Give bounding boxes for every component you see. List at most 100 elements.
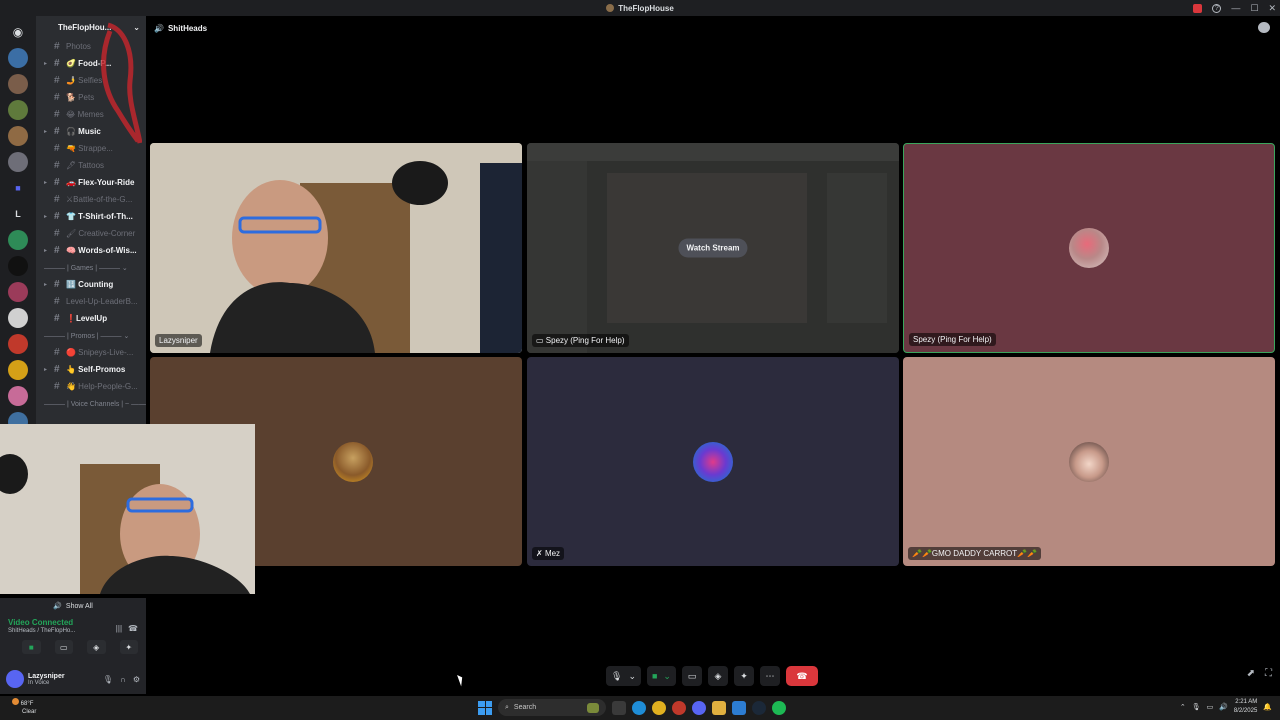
channel-category[interactable]: ——— | Promos | ——— ⌄ — [36, 327, 146, 344]
channel-item[interactable]: # 🐕 Pets — [36, 89, 146, 106]
discord-home-icon[interactable]: ◉ — [8, 22, 28, 42]
edge-icon[interactable] — [632, 700, 646, 715]
clock[interactable]: 2:21 AM 8/2/2025 — [1234, 698, 1257, 716]
server-icon[interactable] — [8, 334, 28, 354]
channel-item[interactable]: # 🖌 Creative-Corner — [36, 225, 146, 242]
server-icon[interactable] — [8, 152, 28, 172]
channel-item[interactable]: ▸ # 🔢 Counting — [36, 276, 146, 293]
channel-item[interactable]: ▸ # 👆 Self-Promos — [36, 361, 146, 378]
channel-list: # Photos ▸ # 🥑 Food-P... # 🤳 Selfies # 🐕 Pets # 😂 … — [36, 38, 146, 412]
start-button[interactable] — [478, 700, 492, 715]
server-icon[interactable] — [8, 74, 28, 94]
watch-stream-button[interactable]: Watch Stream — [678, 238, 748, 258]
task-view-icon[interactable] — [612, 700, 626, 715]
hash-icon: # — [54, 228, 60, 239]
disconnect-icon[interactable]: ☎ — [128, 624, 138, 633]
camera-control[interactable]: ■ ⌄ — [646, 666, 676, 686]
file-explorer-icon[interactable] — [712, 700, 726, 715]
server-icon[interactable] — [8, 256, 28, 276]
noise-suppression-icon[interactable]: ||| — [116, 624, 122, 633]
discord-icon[interactable] — [692, 700, 706, 715]
channel-item[interactable]: # Photos — [36, 38, 146, 55]
channel-item[interactable]: # 🤳 Selfies — [36, 72, 146, 89]
volume-icon[interactable]: 🔊 — [1219, 703, 1228, 711]
channel-item[interactable]: ▸ # 🧠 Words-of-Wis... — [36, 242, 146, 259]
gear-icon[interactable]: ⚙ — [133, 675, 140, 684]
chevron-down-icon[interactable]: ⌄ — [663, 671, 671, 682]
server-icon[interactable] — [8, 230, 28, 250]
notification-icon[interactable]: 🔔 — [1263, 703, 1272, 711]
soundboard-button[interactable]: ✦ — [119, 640, 138, 654]
server-icon[interactable] — [8, 100, 28, 120]
channel-category[interactable]: ——— | Voice Channels | ~ ——— ⌄ — [36, 395, 146, 412]
channel-label: 🔫 Strappe... — [66, 144, 113, 153]
video-tile-lazysniper[interactable]: Lazysniper — [150, 143, 522, 353]
camera-button[interactable]: ■ — [22, 640, 41, 654]
screen-share-button[interactable]: ▭ — [681, 666, 702, 686]
video-tile-spezy[interactable]: Spezy (Ping For Help) — [903, 143, 1275, 353]
inbox-icon[interactable] — [1193, 3, 1203, 13]
channel-item[interactable]: # Level-Up-LeaderB... — [36, 293, 146, 310]
hash-icon: # — [54, 347, 60, 358]
video-tile-stream[interactable]: Watch Stream ▭ Spezy (Ping For Help) — [527, 143, 899, 353]
weather-widget[interactable]: 68°F Clear — [12, 698, 36, 716]
show-all-button[interactable]: 🔊 Show All — [0, 598, 146, 614]
soundboard-button[interactable]: ✦ — [733, 666, 754, 686]
steam-icon[interactable] — [752, 700, 766, 715]
microphone-icon[interactable]: 🎙 — [1192, 703, 1201, 711]
server-name-header[interactable]: TheFlopHou... ⌄ — [36, 16, 146, 38]
microphone-icon[interactable]: 🎙 — [103, 675, 113, 684]
server-folder-icon[interactable]: ■ — [8, 178, 28, 198]
avatar — [693, 441, 733, 482]
channel-item[interactable]: ▸ # 🚗 Flex-Your-Ride — [36, 174, 146, 191]
popout-icon[interactable]: ⬈ — [1247, 668, 1255, 679]
channel-category[interactable]: ——— | Games | ——— ⌄ — [36, 259, 146, 276]
channel-item[interactable]: # 👋 Help-People-G... — [36, 378, 146, 395]
server-icon[interactable] — [8, 126, 28, 146]
spotify-icon[interactable] — [772, 700, 786, 715]
avatar[interactable] — [6, 670, 24, 688]
chrome-icon[interactable] — [652, 700, 666, 715]
channel-item[interactable]: # 🔫 Strappe... — [36, 140, 146, 157]
channel-item[interactable]: # 🔴 Snipeys-Live-... — [36, 344, 146, 361]
user-info[interactable]: Lazysniper In Voice — [28, 673, 65, 686]
channel-item[interactable]: # 😂 Memes — [36, 106, 146, 123]
fullscreen-icon[interactable]: ⛶ — [1265, 668, 1272, 679]
store-icon[interactable] — [732, 700, 746, 715]
server-icon[interactable] — [8, 282, 28, 302]
minimize-button[interactable]: — — [1231, 3, 1240, 13]
activities-button[interactable]: ◈ — [707, 666, 728, 686]
disconnect-button[interactable]: ☎ — [785, 666, 818, 686]
channel-label: 🐕 Pets — [66, 93, 95, 102]
chevron-right-icon: ▸ — [44, 367, 48, 373]
chevron-up-icon[interactable]: ⌃ — [1180, 703, 1186, 711]
channel-item[interactable]: # 🖋 Tattoos — [36, 157, 146, 174]
server-icon[interactable] — [8, 48, 28, 68]
channel-item[interactable]: ▸ # 👕 T-Shirt-of-Th... — [36, 208, 146, 225]
headphones-icon[interactable]: ∩ — [120, 675, 126, 684]
chevron-down-icon[interactable]: ⌄ — [628, 671, 636, 682]
more-options-button[interactable]: ⋯ — [759, 666, 780, 686]
channel-item[interactable]: # ❗LevelUp — [36, 310, 146, 327]
chat-icon[interactable] — [1258, 22, 1270, 33]
app-icon[interactable] — [672, 700, 686, 715]
server-icon[interactable] — [8, 386, 28, 406]
server-letter-icon[interactable]: L — [8, 204, 28, 224]
screen-share-button[interactable]: ▭ — [54, 640, 73, 654]
channel-item[interactable]: ▸ # 🥑 Food-P... — [36, 55, 146, 72]
channel-item[interactable]: # ⚔Battle-of-the-G... — [36, 191, 146, 208]
close-button[interactable]: ✕ — [1268, 3, 1276, 14]
video-tile-mez[interactable]: ✗ Mez — [527, 357, 899, 566]
hash-icon: # — [54, 41, 60, 52]
activities-button[interactable]: ◈ — [87, 640, 106, 654]
network-icon[interactable]: ▭ — [1207, 703, 1214, 711]
video-tile-gmo-daddy-carrot[interactable]: 🥕🥕GMO DADDY CARROT🥕🥕 — [903, 357, 1275, 566]
maximize-button[interactable]: ☐ — [1250, 3, 1258, 14]
server-icon[interactable] — [8, 308, 28, 328]
channel-item[interactable]: ▸ # 🎧 Music — [36, 123, 146, 140]
server-icon[interactable] — [8, 360, 28, 380]
picture-in-picture-camera[interactable] — [0, 424, 255, 594]
help-icon[interactable]: ? — [1212, 3, 1222, 13]
microphone-control[interactable]: 🎙 ⌄ — [606, 666, 641, 686]
taskbar-search[interactable]: ⌕ Search — [498, 699, 606, 716]
